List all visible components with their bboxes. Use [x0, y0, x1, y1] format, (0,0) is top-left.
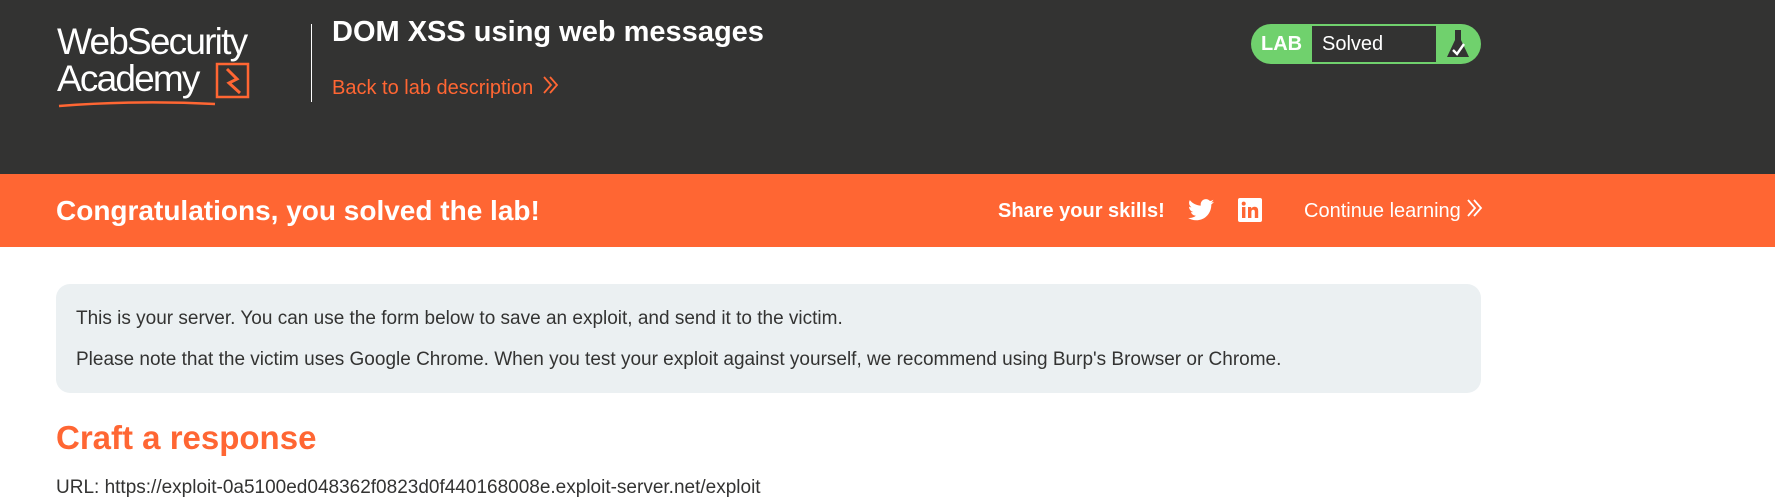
lab-title: DOM XSS using web messages	[332, 16, 764, 48]
server-info-box: This is your server. You can use the for…	[56, 284, 1481, 393]
exploit-url-text: URL: https://exploit-0a5100ed048362f0823…	[56, 477, 761, 498]
solved-notification-banner: Congratulations, you solved the lab! Sha…	[0, 174, 1775, 247]
back-to-lab-description-link[interactable]: Back to lab description	[332, 76, 559, 100]
craft-response-heading: Craft a response	[56, 419, 317, 456]
logo-text-academy: Academy	[57, 58, 201, 99]
continue-learning-label: Continue learning	[1304, 200, 1461, 222]
double-chevron-right-icon	[1467, 199, 1483, 223]
lab-status-text: Solved	[1322, 33, 1384, 55]
logo-divider	[311, 24, 312, 102]
flask-icon	[1443, 29, 1473, 59]
top-header: WebSecurity Academy DOM XSS using web me…	[0, 0, 1775, 174]
twitter-icon[interactable]	[1188, 198, 1214, 222]
lab-status-label: LAB	[1261, 33, 1303, 55]
linkedin-icon[interactable]	[1238, 198, 1262, 222]
double-chevron-right-icon	[543, 76, 559, 100]
web-security-academy-logo[interactable]: WebSecurity Academy	[57, 22, 307, 112]
logo-text-websecurity: WebSecurity	[57, 22, 249, 62]
server-info-text: This is your server. You can use the for…	[76, 308, 843, 329]
continue-learning-link[interactable]: Continue learning	[1304, 199, 1483, 223]
lab-status-widget: LAB Solved	[1251, 24, 1481, 64]
share-skills-label: Share your skills!	[998, 200, 1165, 222]
solved-banner-title: Congratulations, you solved the lab!	[56, 195, 540, 226]
back-link-label: Back to lab description	[332, 77, 534, 99]
lab-status-box: Solved	[1312, 26, 1436, 62]
victim-browser-note: Please note that the victim uses Google …	[76, 349, 1282, 370]
